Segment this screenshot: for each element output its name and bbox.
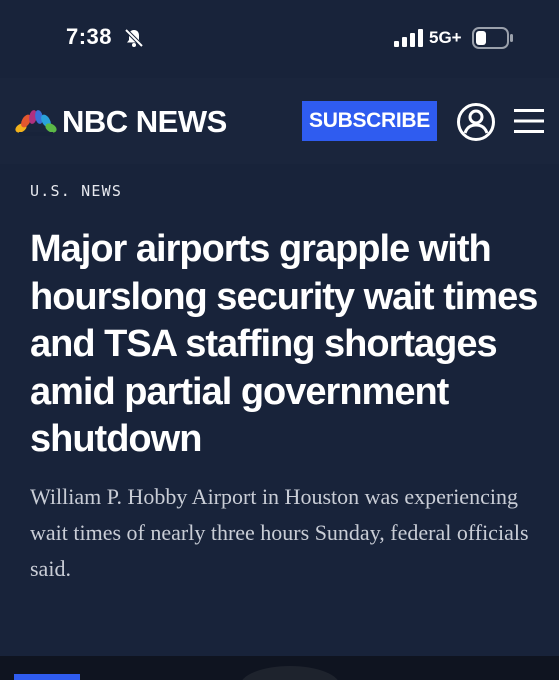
peacock-icon	[15, 110, 57, 136]
image-shape	[240, 666, 340, 680]
status-time: 7:38	[66, 24, 113, 49]
signal-bars-icon	[394, 29, 423, 47]
article-dek: William P. Hobby Airport in Houston was …	[30, 484, 529, 581]
subscribe-button[interactable]: SUBSCRIBE	[302, 101, 437, 141]
battery-icon	[472, 27, 513, 49]
site-header: NBC NEWS SUBSCRIBE	[0, 78, 559, 164]
brand-name: NBC NEWS	[62, 104, 227, 139]
image-accent-bar	[14, 674, 80, 680]
section-label[interactable]: U.S. NEWS	[30, 182, 122, 200]
nbc-news-logo[interactable]: NBC NEWS	[14, 104, 227, 140]
account-icon[interactable]	[456, 102, 496, 142]
article-image	[0, 656, 559, 680]
network-label: 5G+	[429, 28, 462, 47]
mute-bell-icon	[124, 28, 144, 48]
status-bar: 7:38 5G+	[0, 0, 559, 78]
hamburger-menu-icon[interactable]	[514, 108, 544, 134]
article-headline: Major airports grapple with hourslong se…	[30, 228, 538, 460]
